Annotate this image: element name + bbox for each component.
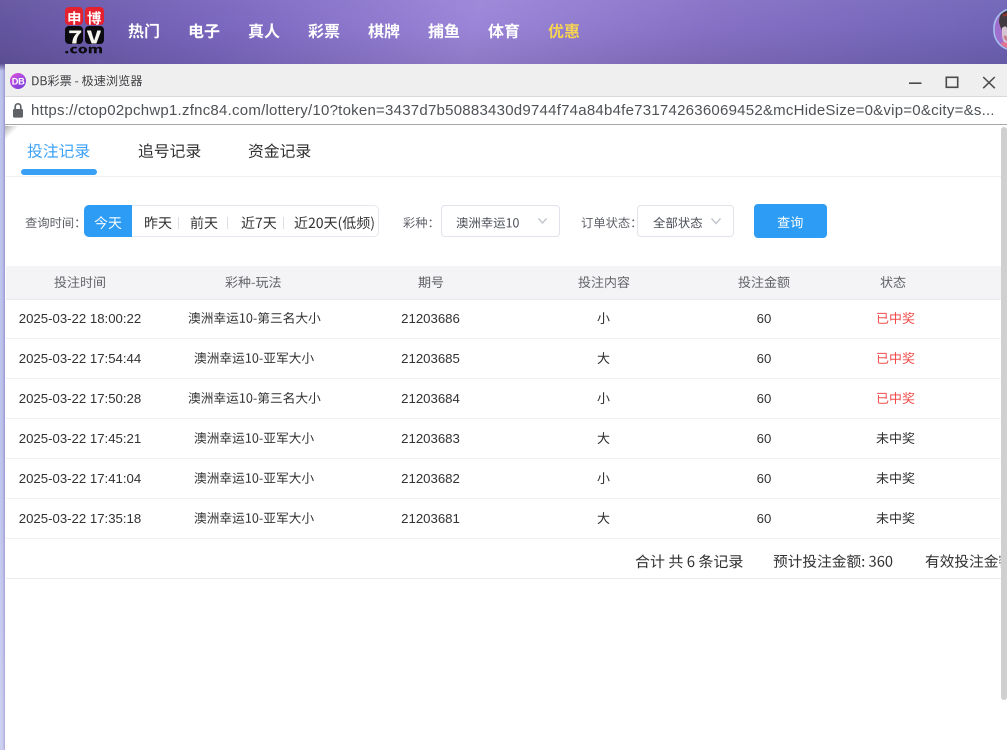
svg-text:DB: DB [12, 76, 25, 86]
